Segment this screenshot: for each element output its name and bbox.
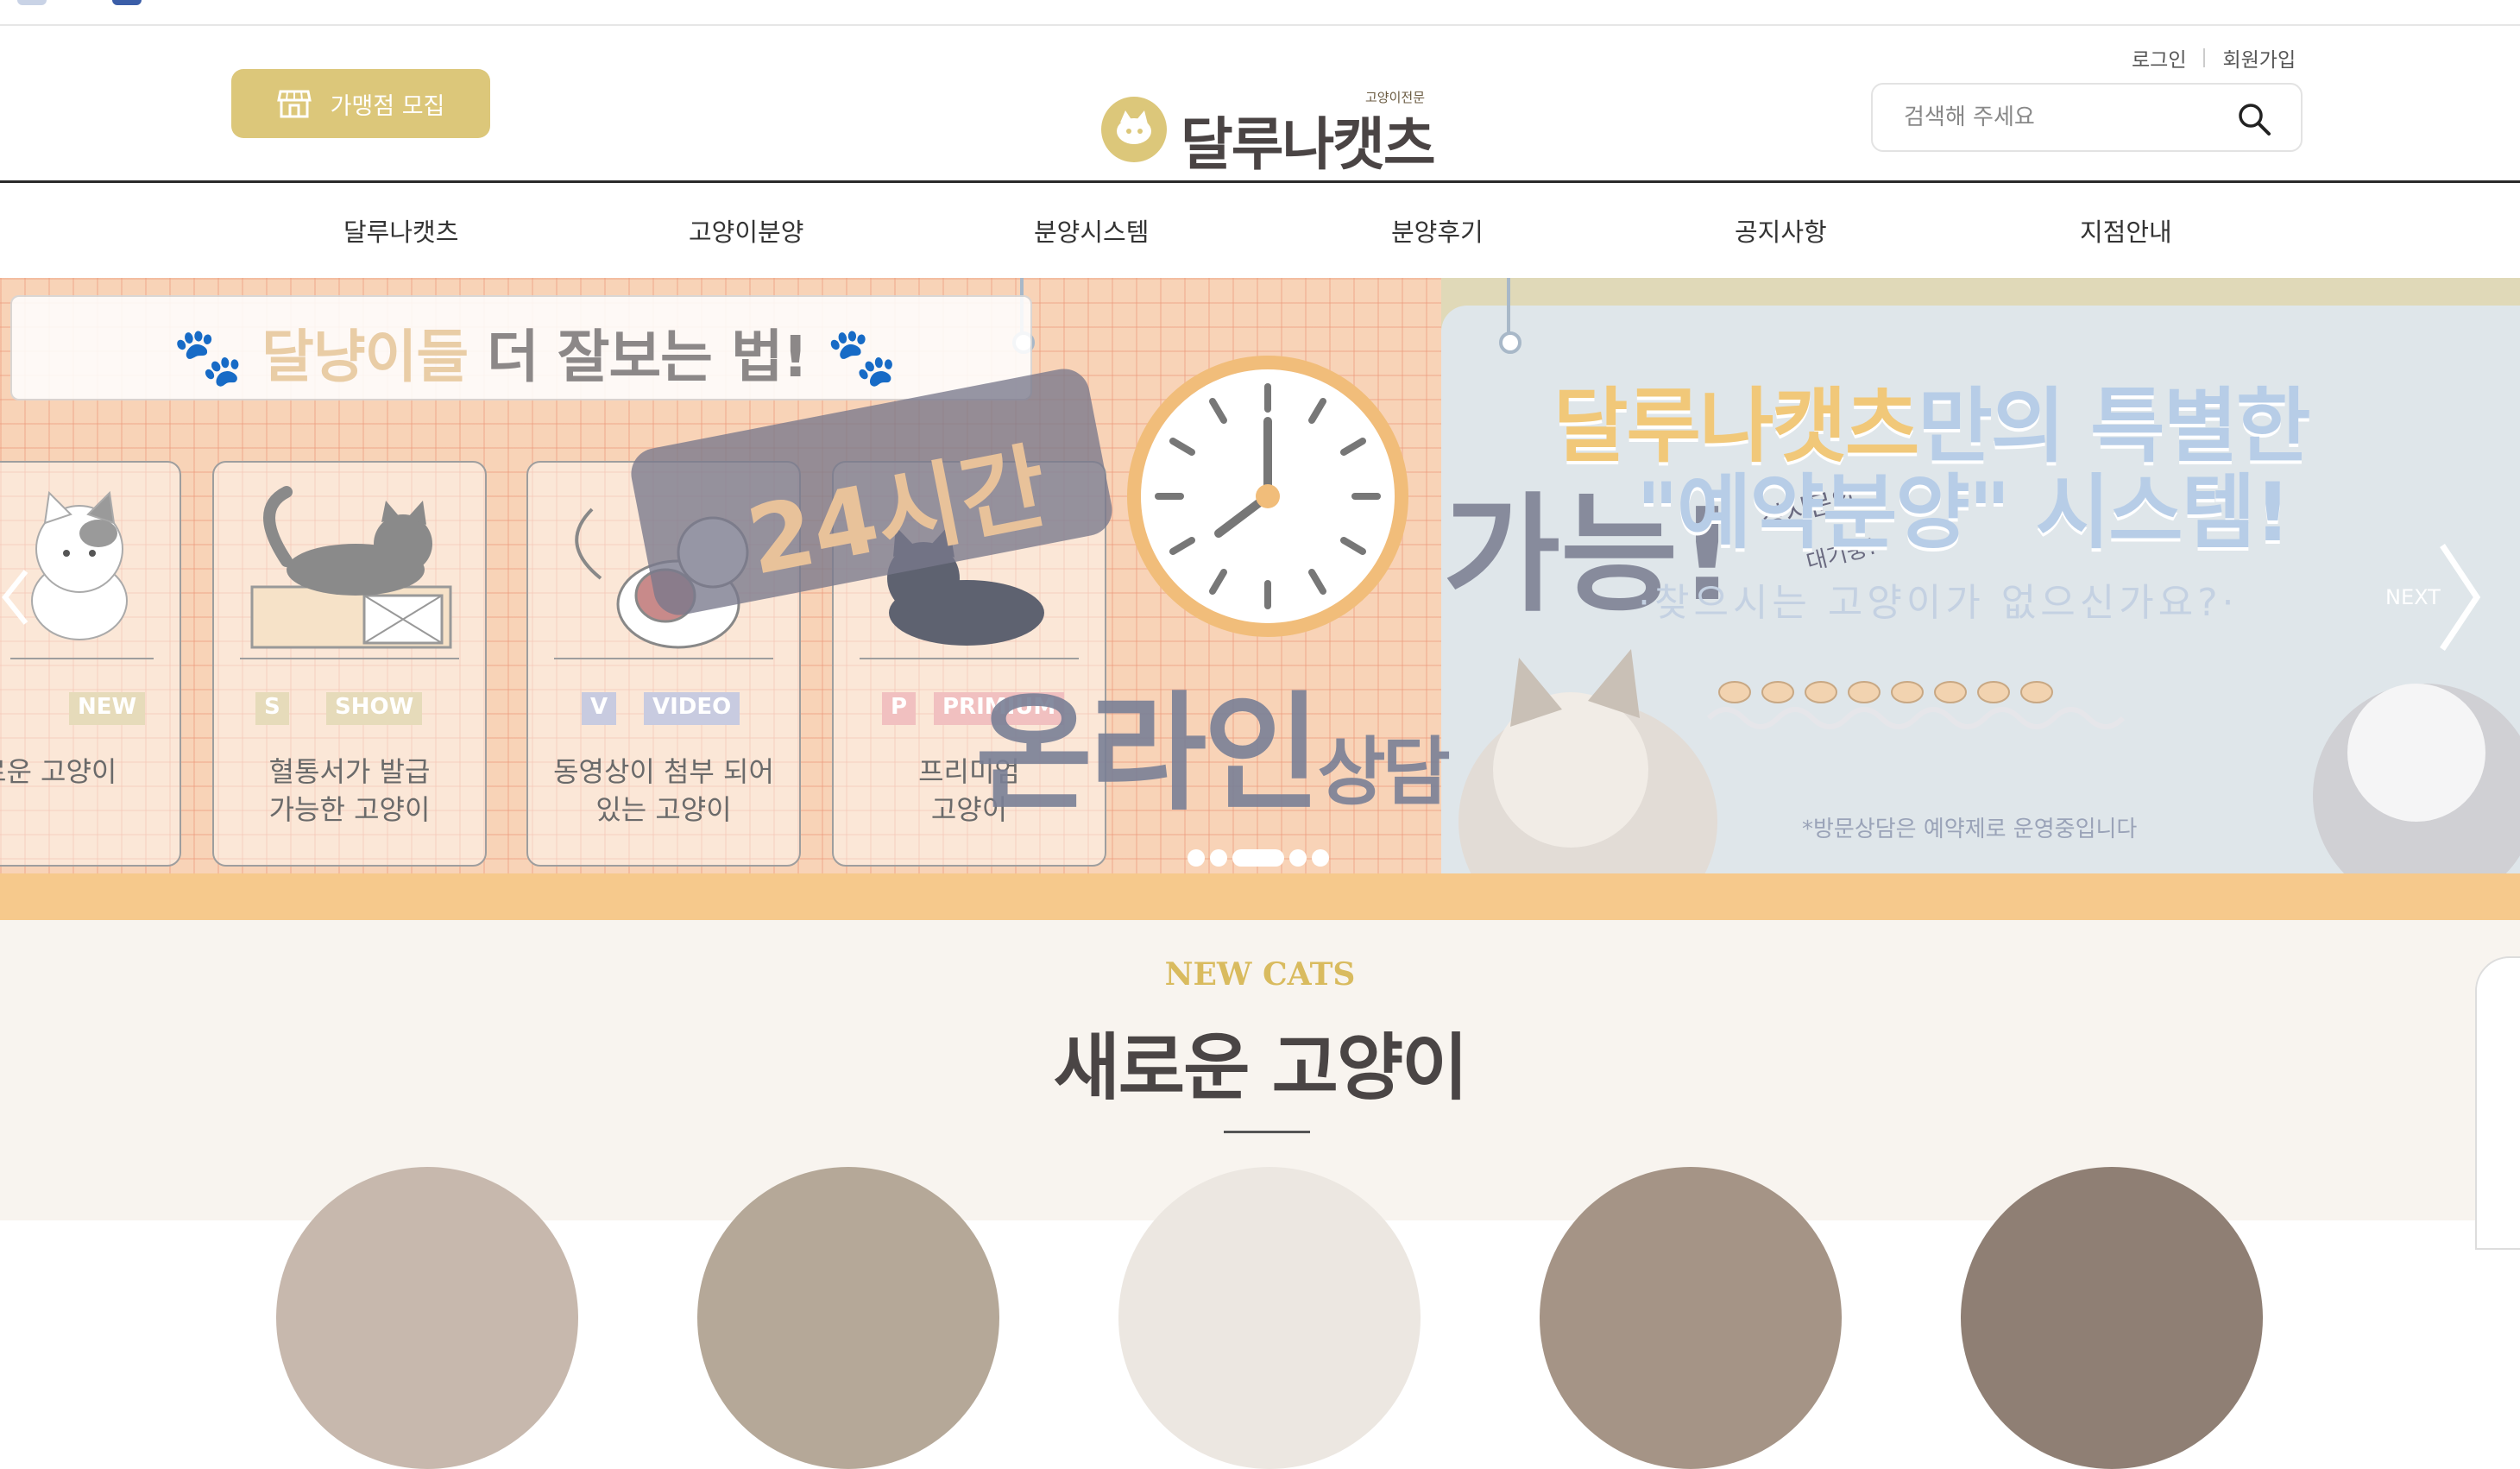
reservation-title-line2: "예약분양" 시스템! (1636, 466, 2291, 560)
slide-dot[interactable] (1210, 849, 1227, 867)
card-desc: 혈통서가 발급 가능한 고양이 (214, 753, 485, 829)
card-divider (240, 658, 459, 659)
nav-item-reviews[interactable]: 분양후기 (1391, 212, 1484, 249)
card-tag: SHOW (326, 692, 423, 725)
franchise-recruit-button[interactable]: 가맹점 모집 (231, 69, 490, 138)
nav-item-notices[interactable]: 공지사항 (1735, 212, 1827, 249)
top-strip-tab (112, 0, 142, 5)
nav-item-dallunacats[interactable]: 달루나캣츠 (343, 212, 458, 249)
overlay-consult-text: 상담 (1317, 729, 1450, 816)
card-desc-line: 가능한 고양이 (268, 793, 431, 826)
gray-cat-on-box-illustration (250, 486, 452, 649)
hanger-hook (1499, 278, 1521, 354)
slide-dot-active[interactable] (1232, 849, 1284, 867)
franchise-recruit-label: 가맹점 모집 (330, 92, 445, 120)
guide-title-light: 달냥이들 (261, 324, 469, 390)
banner-bottom-frame (0, 873, 2520, 920)
next-label[interactable]: NEXT (2385, 585, 2441, 609)
card-tag: VIDEO (644, 692, 740, 725)
new-cat-thumbnail[interactable] (1961, 1167, 2263, 1469)
cat-paw-icon: 🐾 (826, 324, 898, 390)
side-quick-menu[interactable] (2475, 956, 2520, 1250)
user-links: 로그인 회원가입 (2132, 43, 2296, 73)
overlay-online-text: 온라인 (975, 679, 1320, 828)
slide-dot[interactable] (1188, 849, 1205, 867)
site-header: 가맹점 모집 고양이전문 달루나캣츠 로그인 회원가입 (0, 26, 2520, 183)
section-heading: 새로운 고양이 (1053, 1025, 1469, 1110)
chevron-left-icon[interactable] (0, 563, 35, 635)
signup-link[interactable]: 회원가입 (2222, 43, 2296, 73)
reservation-question: ·찾으시는 고양이가 없으신가요?· (1638, 581, 2239, 625)
divider (2203, 48, 2206, 67)
store-icon (276, 88, 312, 119)
card-divider (10, 658, 154, 659)
nav-item-branches[interactable]: 지점안내 (2080, 212, 2172, 249)
card-tag: NEW (69, 692, 146, 725)
card-new[interactable]: NEW 로운 고양이 (0, 461, 181, 867)
hero-banner: 🐾 달냥이들 더 잘보는 법! 🐾 NEW 로운 고양이 (0, 278, 2520, 920)
card-divider (554, 658, 773, 659)
new-cat-thumbnail[interactable] (697, 1167, 999, 1469)
search-box (1871, 83, 2303, 152)
main-nav: 달루나캣츠 고양이분양 분양시스템 분양후기 공지사항 지점안내 (0, 183, 2520, 278)
card-tag-letter: P (882, 692, 917, 725)
nav-item-adoption-system[interactable]: 분양시스템 (1034, 212, 1149, 249)
top-strip-tab (17, 0, 47, 5)
reservation-note: *방문상담은 예약제로 운영중입니다 (1802, 816, 2138, 842)
card-desc: 로운 고양이 (0, 755, 117, 788)
card-desc: 동영상이 첨부 되어 있는 고양이 (528, 753, 799, 829)
nav-item-cat-adoption[interactable]: 고양이분양 (689, 212, 803, 249)
chevron-right-icon[interactable] (2434, 537, 2485, 661)
clock-icon (1127, 356, 1408, 637)
section-divider (1224, 1131, 1310, 1133)
search-icon[interactable] (2237, 102, 2271, 140)
slide-dot[interactable] (1289, 849, 1307, 867)
new-cats-section: NEW CATS 새로운 고양이 (0, 920, 2520, 1469)
card-desc-line: 동영상이 첨부 되어 (553, 755, 774, 788)
logo-emblem-icon (1101, 97, 1167, 162)
new-cat-thumbnail[interactable] (1540, 1167, 1842, 1469)
card-tag-letter: S (255, 692, 289, 725)
new-cat-thumbnail[interactable] (276, 1167, 578, 1469)
card-tag-letter: V (582, 692, 617, 725)
section-eyebrow: NEW CATS (1164, 956, 1356, 993)
card-desc-line: 있는 고양이 (595, 793, 732, 826)
card-desc-line: 혈통서가 발급 (268, 755, 431, 788)
overlay-online-consult: 온라인상담 (975, 649, 1451, 835)
slide-dot[interactable] (1312, 849, 1329, 867)
card-show[interactable]: S SHOW 혈통서가 발급 가능한 고양이 (212, 461, 487, 867)
new-cat-thumbnail[interactable] (1118, 1167, 1421, 1469)
slide-pagination (1188, 849, 1329, 867)
site-logo[interactable]: 고양이전문 달루나캣츠 (1096, 60, 1441, 181)
cat-paw-icon: 🐾 (173, 324, 243, 390)
search-input[interactable] (1902, 100, 2230, 135)
guide-title-dark: 더 잘보는 법! (487, 324, 809, 390)
logo-name: 달루나캣츠 (1181, 111, 1436, 178)
login-link[interactable]: 로그인 (2132, 43, 2186, 73)
guide-title: 🐾 달냥이들 더 잘보는 법! 🐾 (173, 311, 898, 394)
top-strip (0, 0, 2520, 26)
